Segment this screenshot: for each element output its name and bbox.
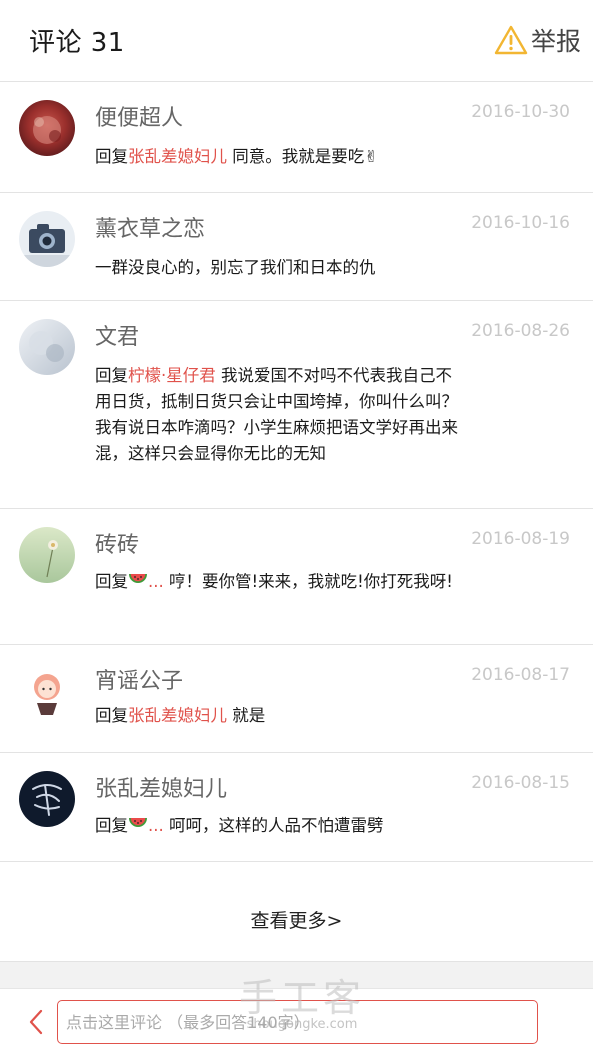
comment-text: 回复张乱差媳妇儿 就是 [95, 703, 467, 729]
comment-body: 同意。我就是要吃✌ [227, 147, 379, 166]
report-label: 举报 [530, 27, 581, 56]
comment-date: 2016-10-16 [471, 213, 570, 233]
comment-item[interactable]: 张乱差媳妇儿 2016-08-15 回复... 呵呵，这样的人品不怕遭雷劈 [0, 753, 593, 862]
warning-triangle-icon [494, 25, 528, 55]
comment-body: 呵呵，这样的人品不怕遭雷劈 [163, 816, 384, 835]
section-divider [0, 962, 593, 988]
comment-date: 2016-08-17 [471, 665, 570, 685]
mention-link[interactable]: 柠檬·星仔君 [128, 366, 216, 385]
comment-username[interactable]: 便便超人 [95, 100, 183, 132]
watermelon-icon[interactable] [128, 816, 148, 842]
report-button[interactable]: 举报 [494, 20, 581, 60]
comment-body: 哼！要你管!来来，我就吃!你打死我呀! [163, 572, 453, 591]
comment-date: 2016-08-19 [471, 529, 570, 549]
mention-link[interactable]: 张乱差媳妇儿 [128, 706, 227, 725]
comment-item[interactable]: 薰衣草之恋 2016-10-16 一群没良心的，别忘了我们和日本的仇 [0, 193, 593, 301]
comment-username[interactable]: 砖砖 [95, 527, 139, 559]
load-more-section: 查看更多> [0, 862, 593, 962]
avatar[interactable] [19, 211, 75, 267]
avatar[interactable] [19, 100, 75, 156]
reply-prefix: 回复 [95, 816, 128, 835]
comment-item[interactable]: 文君 2016-08-26 回复柠檬·星仔君 我说爱国不对吗不代表我自己不用日货… [0, 301, 593, 509]
comment-text: 一群没良心的，别忘了我们和日本的仇 [95, 255, 467, 281]
mention-ellipsis[interactable]: ... [148, 572, 164, 591]
comment-input[interactable] [57, 1000, 538, 1044]
chevron-left-icon[interactable] [28, 1008, 44, 1040]
reply-prefix: 回复 [95, 706, 128, 725]
comment-date: 2016-08-26 [471, 321, 570, 341]
comment-input-bar [0, 988, 593, 1054]
comment-body: 一群没良心的，别忘了我们和日本的仇 [95, 258, 376, 277]
comment-date: 2016-10-30 [471, 102, 570, 122]
avatar[interactable] [19, 527, 75, 583]
avatar[interactable] [19, 771, 75, 827]
watermelon-icon[interactable] [128, 572, 148, 598]
comment-list: 便便超人 2016-10-30 回复张乱差媳妇儿 同意。我就是要吃✌ 薰衣草之恋… [0, 82, 593, 862]
load-more-button[interactable]: 查看更多> [0, 906, 593, 933]
comment-body: 就是 [227, 706, 266, 725]
comment-username[interactable]: 薰衣草之恋 [95, 211, 205, 243]
page-title: 评论 31 [29, 28, 125, 58]
avatar[interactable] [19, 319, 75, 375]
comment-username[interactable]: 文君 [95, 319, 139, 351]
comment-text: 回复张乱差媳妇儿 同意。我就是要吃✌ [95, 144, 467, 170]
reply-prefix: 回复 [95, 366, 128, 385]
comment-item[interactable]: 砖砖 2016-08-19 回复... 哼！要你管!来来，我就吃!你打死我呀! [0, 509, 593, 645]
comment-text: 回复柠檬·星仔君 我说爱国不对吗不代表我自己不用日货，抵制日货只会让中国垮掉，你… [95, 363, 467, 467]
avatar[interactable] [19, 663, 75, 719]
comment-item[interactable]: 便便超人 2016-10-30 回复张乱差媳妇儿 同意。我就是要吃✌ [0, 82, 593, 193]
comment-text: 回复... 哼！要你管!来来，我就吃!你打死我呀! [95, 569, 467, 598]
mention-link[interactable]: 张乱差媳妇儿 [128, 147, 227, 166]
comment-item[interactable]: 宵谣公子 2016-08-17 回复张乱差媳妇儿 就是 [0, 645, 593, 753]
comment-date: 2016-08-15 [471, 773, 570, 793]
reply-prefix: 回复 [95, 147, 128, 166]
comment-username[interactable]: 张乱差媳妇儿 [95, 771, 227, 803]
comment-username[interactable]: 宵谣公子 [95, 663, 183, 695]
comment-text: 回复... 呵呵，这样的人品不怕遭雷劈 [95, 813, 467, 842]
mention-ellipsis[interactable]: ... [148, 816, 164, 835]
reply-prefix: 回复 [95, 572, 128, 591]
header-bar: 评论 31 举报 [0, 0, 593, 82]
